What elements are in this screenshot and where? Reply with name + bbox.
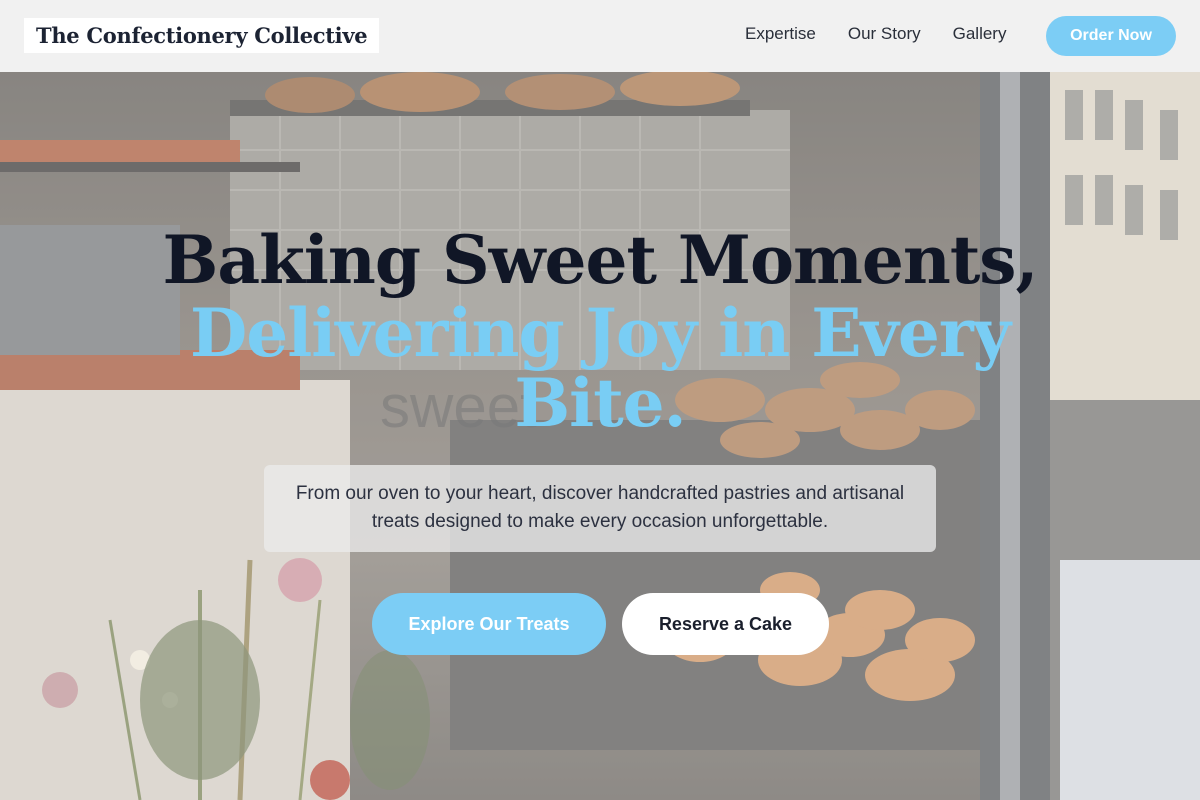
reserve-cake-button[interactable]: Reserve a Cake <box>622 593 829 655</box>
nav-link-gallery[interactable]: Gallery <box>953 24 1007 44</box>
brand-logo[interactable]: The Confectionery Collective <box>24 18 380 53</box>
nav-link-expertise[interactable]: Expertise <box>745 24 816 44</box>
nav-link-our-story[interactable]: Our Story <box>848 24 921 44</box>
order-now-button[interactable]: Order Now <box>1046 16 1176 56</box>
hero-title-line1: Baking Sweet Moments, <box>162 221 1039 299</box>
hero-title: Baking Sweet Moments, Delivering Joy in … <box>150 222 1050 438</box>
nav-links: Expertise Our Story Gallery <box>745 24 1038 44</box>
hero-title-line2: Delivering Joy in Every Bite. <box>189 294 1011 442</box>
explore-treats-button[interactable]: Explore Our Treats <box>372 593 606 655</box>
top-navbar: The Confectionery Collective Expertise O… <box>0 0 1200 72</box>
hero-subtitle: From our oven to your heart, discover ha… <box>264 465 936 552</box>
